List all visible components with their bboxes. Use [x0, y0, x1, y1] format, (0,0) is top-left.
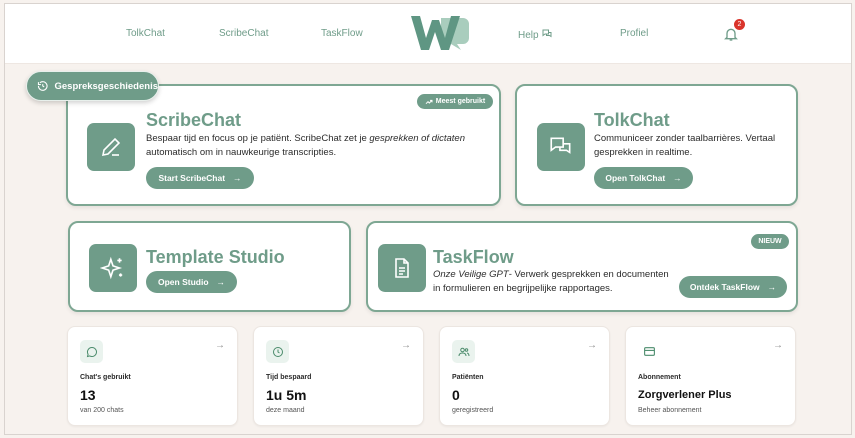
arrow-right-icon[interactable]: →: [587, 340, 597, 351]
scribechat-card[interactable]: Meest gebruikt ScribeChat Bespaar tijd e…: [66, 84, 501, 206]
scribechat-desc-em: gesprekken of dictaten: [369, 133, 465, 144]
nav-help[interactable]: Help: [518, 28, 553, 41]
stat-card-chats[interactable]: → Chat's gebruikt 13 van 200 chats: [67, 326, 238, 426]
stat-value: Zorgverlener Plus: [638, 389, 732, 401]
start-scribechat-label: Start ScribeChat: [158, 173, 226, 183]
tolkchat-title: TolkChat: [594, 110, 670, 130]
logo[interactable]: [409, 12, 469, 52]
chat-bubble-icon: [80, 340, 103, 363]
start-scribechat-button[interactable]: Start ScribeChat →: [146, 167, 254, 189]
scribechat-title: ScribeChat: [146, 110, 242, 130]
history-label: Gespreksgeschiedenis: [54, 80, 159, 92]
taskflow-desc-em: Onze Veilige GPT: [433, 269, 509, 280]
most-used-badge: Meest gebruikt: [417, 94, 493, 109]
sparkles-icon: [100, 256, 123, 280]
arrow-right-icon: →: [216, 277, 226, 287]
nav-tolkchat[interactable]: TolkChat: [126, 28, 165, 39]
arrow-right-icon: →: [233, 173, 242, 183]
tolkchat-card[interactable]: TolkChat Communiceer zonder taalbarrière…: [515, 84, 798, 206]
open-studio-button[interactable]: Open Studio →: [146, 271, 237, 293]
arrow-right-icon[interactable]: →: [401, 340, 411, 351]
template-studio-card[interactable]: Template Studio Open Studio →: [68, 221, 351, 312]
stat-label: Patiënten: [452, 374, 484, 381]
nav-help-label: Help: [518, 30, 539, 41]
discover-taskflow-label: Ontdek TaskFlow: [689, 282, 760, 292]
discover-taskflow-button[interactable]: Ontdek TaskFlow →: [679, 276, 787, 298]
taskflow-title: TaskFlow: [433, 247, 514, 267]
nav-taskflow[interactable]: TaskFlow: [321, 28, 363, 39]
nav-scribechat[interactable]: ScribeChat: [219, 28, 268, 39]
scribechat-desc-2: automatisch om in nauwkeurige transcript…: [146, 147, 337, 158]
arrow-right-icon[interactable]: →: [215, 340, 225, 351]
clock-icon: [266, 340, 289, 363]
trending-up-icon: [425, 99, 433, 104]
chat-bubbles-icon: [550, 137, 571, 154]
scribechat-icon-box: [87, 123, 135, 171]
open-tolkchat-button[interactable]: Open TolkChat →: [594, 167, 693, 189]
help-chat-icon: [542, 29, 552, 38]
arrow-right-icon[interactable]: →: [773, 340, 783, 351]
history-icon: [37, 81, 48, 91]
tolkchat-icon-box: [537, 123, 585, 171]
stat-label: Tijd bespaard: [266, 374, 312, 381]
stat-label: Chat's gebruikt: [80, 374, 131, 381]
stat-subtext: van 200 chats: [80, 407, 124, 414]
stat-card-time-saved[interactable]: → Tijd bespaard 1u 5m deze maand: [253, 326, 424, 426]
taskflow-icon-box: [378, 244, 426, 292]
users-icon: [452, 340, 475, 363]
stat-value: 1u 5m: [266, 387, 307, 403]
scribechat-desc-1: Bespaar tijd en focus op je patiënt. Scr…: [146, 133, 370, 144]
new-badge: NIEUW: [751, 234, 789, 249]
tolkchat-description: Communiceer zonder taalbarrières. Vertaa…: [594, 133, 776, 158]
notification-count-badge: 2: [734, 19, 745, 30]
open-studio-label: Open Studio: [157, 277, 209, 287]
stat-subtext: deze maand: [266, 407, 305, 414]
stat-label: Abonnement: [638, 374, 681, 381]
taskflow-description: Onze Veilige GPT- Verwerk gesprekken en …: [433, 268, 678, 296]
stat-card-patients[interactable]: → Patiënten 0 geregistreerd: [439, 326, 610, 426]
open-tolkchat-label: Open TolkChat: [605, 173, 666, 183]
pencil-icon: [101, 137, 121, 157]
top-navigation: TolkChat ScribeChat TaskFlow Help Profie…: [5, 4, 851, 64]
template-studio-icon-box: [89, 244, 137, 292]
credit-card-icon: [638, 340, 661, 363]
most-used-badge-label: Meest gebruikt: [435, 98, 486, 105]
stat-card-subscription[interactable]: → Abonnement Zorgverlener Plus Beheer ab…: [625, 326, 796, 426]
conversation-history-button[interactable]: Gespreksgeschiedenis: [26, 71, 159, 101]
nav-profiel[interactable]: Profiel: [620, 28, 648, 39]
manage-subscription-link[interactable]: Beheer abonnement: [638, 407, 701, 414]
arrow-right-icon: →: [767, 282, 777, 292]
stat-subtext: geregistreerd: [452, 407, 494, 414]
arrow-right-icon: →: [673, 173, 682, 183]
app-frame: TolkChat ScribeChat TaskFlow Help Profie…: [4, 3, 852, 435]
document-icon: [395, 258, 409, 278]
stat-value: 0: [452, 387, 460, 403]
scribechat-description: Bespaar tijd en focus op je patiënt. Scr…: [146, 132, 486, 160]
template-studio-title: Template Studio: [146, 247, 285, 267]
stat-value: 13: [80, 387, 96, 403]
taskflow-card[interactable]: NIEUW TaskFlow Onze Veilige GPT- Verwerk…: [366, 221, 798, 312]
